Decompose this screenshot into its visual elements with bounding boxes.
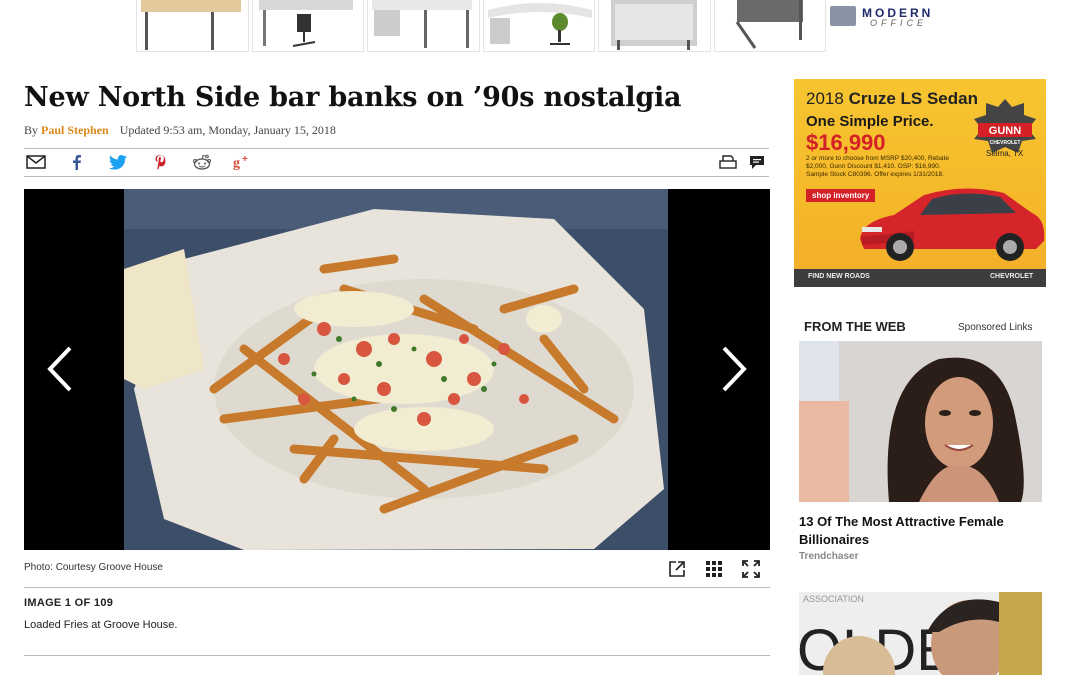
dealer-sub: CHEVROLET	[990, 140, 1021, 146]
article-headline: New North Side bar banks on ’90s nostalg…	[24, 82, 682, 113]
byline: By Paul Stephen Updated 9:53 am, Monday,…	[24, 123, 336, 138]
divider	[24, 655, 770, 656]
promo-source: Trendchaser	[799, 551, 859, 562]
svg-text:g: g	[233, 156, 240, 170]
ad-price: $16,990	[806, 130, 886, 155]
svg-text:+: +	[242, 154, 248, 165]
image-counter: IMAGE 1 OF 109	[24, 597, 114, 609]
ad-thumbnail[interactable]	[598, 0, 711, 52]
ad-thumbnail[interactable]	[482, 0, 595, 52]
ad-headline: One Simple Price.	[806, 113, 934, 130]
modern-office-logo[interactable]: MODERN OFFICE	[830, 4, 950, 28]
promo-photo-2[interactable]: ASSOCIATION OLDE	[799, 592, 1042, 675]
gunn-dealer-logo: GUNN CHEVROLET	[974, 99, 1036, 153]
ad-footer: FIND NEW ROADS CHEVROLET	[794, 269, 1046, 287]
brand-mark-icon	[830, 6, 856, 26]
photo-credit: Photo: Courtesy Groove House	[24, 562, 163, 573]
reddit-icon[interactable]	[192, 153, 212, 171]
twitter-icon[interactable]	[108, 153, 128, 171]
ad-tagline: FIND NEW ROADS	[808, 273, 870, 280]
ad-brand: CHEVROLET	[990, 273, 1034, 280]
slide-photo	[124, 189, 668, 550]
dealer-city: Selma, TX	[986, 149, 1024, 158]
comment-icon[interactable]	[748, 153, 766, 171]
ad-model-line: 2018 Cruze LS Sedan	[806, 89, 978, 109]
author-link[interactable]: Paul Stephen	[41, 123, 109, 137]
image-description: Loaded Fries at Groove House.	[24, 619, 178, 631]
facebook-icon[interactable]	[70, 153, 84, 171]
next-slide-icon[interactable]	[712, 344, 752, 394]
photo-slideshow[interactable]	[24, 189, 770, 550]
brand-tagline: OFFICE	[870, 18, 927, 28]
promo-headline[interactable]: 13 Of The Most Attractive Female Billion…	[799, 513, 1042, 549]
slideshow-caption-bar: Photo: Courtesy Groove House	[24, 557, 770, 588]
byline-prefix: By	[24, 123, 39, 137]
updated-timestamp: Updated 9:53 am, Monday, January 15, 201…	[119, 123, 336, 137]
pinterest-icon[interactable]	[152, 153, 168, 171]
promo-photo[interactable]	[799, 341, 1042, 502]
grid-icon[interactable]	[704, 559, 724, 579]
ad-fine-print: 2 or more to choose from MSRP $20,400, R…	[806, 155, 949, 178]
share-bar: g +	[24, 148, 769, 177]
print-icon[interactable]	[718, 153, 738, 171]
email-icon[interactable]	[26, 153, 46, 171]
sponsored-links-label[interactable]: Sponsored Links	[958, 322, 1033, 333]
ad-model: Cruze LS Sedan	[848, 89, 978, 108]
fullscreen-icon[interactable]	[741, 559, 761, 579]
google-plus-icon[interactable]: g +	[232, 153, 254, 171]
previous-slide-icon[interactable]	[42, 344, 82, 394]
car-image	[860, 188, 1045, 261]
ad-thumbnail[interactable]	[136, 0, 249, 52]
ad-thumbnail[interactable]	[713, 0, 826, 52]
promo-photo-2-overlay: ASSOCIATION	[803, 594, 864, 604]
share-out-icon[interactable]	[667, 559, 687, 579]
ad-thumbnail[interactable]	[367, 0, 480, 52]
from-the-web-heading: FROM THE WEB	[804, 319, 906, 334]
dealer-name: GUNN	[989, 125, 1021, 137]
top-ad-strip[interactable]	[136, 0, 826, 52]
ad-year: 2018	[806, 89, 844, 108]
car-dealer-ad[interactable]: 2018 Cruze LS Sedan One Simple Price. $1…	[794, 79, 1046, 287]
ad-thumbnail[interactable]	[251, 0, 364, 52]
